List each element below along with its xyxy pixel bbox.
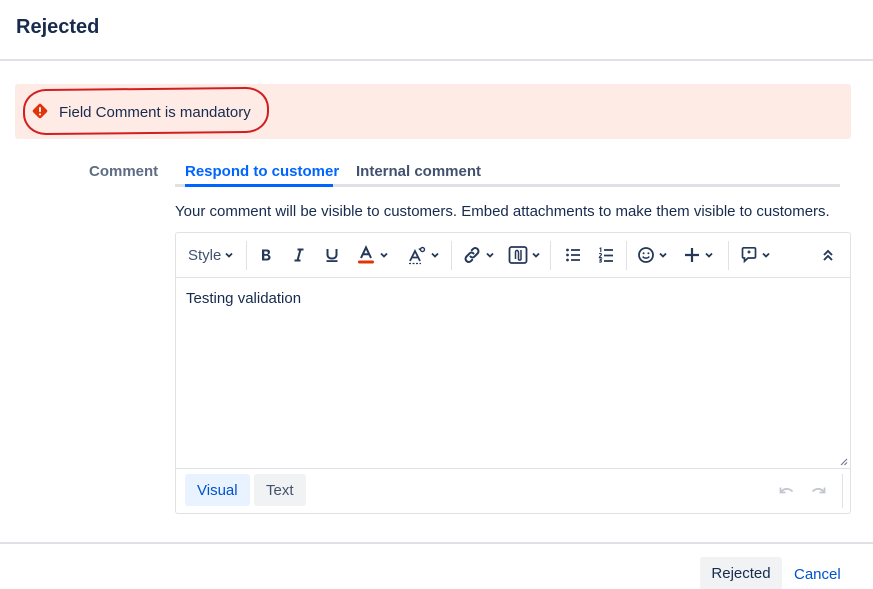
- rejected-submit-button[interactable]: Rejected: [700, 557, 782, 589]
- comment-field-label: Comment: [89, 163, 159, 180]
- style-label: Style: [188, 246, 222, 264]
- comment-tabs: Respond to customer Internal comment: [175, 155, 840, 187]
- error-diamond-icon: [32, 103, 48, 119]
- emoji-button[interactable]: [637, 243, 668, 267]
- error-banner: Field Comment is mandatory: [15, 84, 851, 139]
- bullet-list-button[interactable]: [564, 243, 582, 267]
- chevron-down-icon: [659, 252, 667, 258]
- chevron-down-icon: [380, 252, 388, 258]
- comment-text-area[interactable]: Testing validation: [176, 278, 850, 468]
- chevron-down-icon: [705, 252, 713, 258]
- tab-respond-to-customer[interactable]: Respond to customer: [185, 163, 339, 180]
- editor-toolbar: Style: [176, 233, 850, 278]
- chevron-down-icon: [225, 252, 233, 258]
- italic-button[interactable]: [291, 243, 307, 267]
- toolbar-divider: [626, 241, 627, 270]
- text-effects-icon: [409, 246, 426, 265]
- collapse-toolbar-button[interactable]: [821, 243, 835, 267]
- collapse-toolbar-icon: [823, 249, 833, 261]
- feedback-icon: [741, 246, 757, 264]
- numbered-list-button[interactable]: [597, 243, 615, 267]
- error-message: Field Comment is mandatory: [59, 104, 251, 121]
- link-button[interactable]: [462, 243, 495, 267]
- bold-button[interactable]: [258, 243, 274, 267]
- visual-mode-button[interactable]: Visual: [185, 474, 250, 506]
- chevron-down-icon: [762, 252, 770, 258]
- dialog-footer: Rejected Cancel: [0, 542, 873, 589]
- active-tab-indicator: [185, 184, 333, 187]
- cancel-button[interactable]: Cancel: [794, 566, 841, 583]
- toolbar-divider: [451, 241, 452, 270]
- undo-icon[interactable]: [778, 481, 796, 499]
- attachment-icon: [508, 246, 528, 264]
- bullet-list-icon: [566, 248, 580, 262]
- redo-icon[interactable]: [809, 481, 827, 499]
- italic-icon: [294, 248, 304, 262]
- text-color-button[interactable]: [356, 243, 389, 267]
- numbered-list-icon: [598, 247, 613, 263]
- dialog-title: Rejected: [16, 16, 100, 38]
- toolbar-divider: [728, 241, 729, 270]
- footer-divider: [842, 474, 843, 508]
- toolbar-divider: [246, 241, 247, 270]
- text-color-icon: [358, 245, 374, 264]
- text-mode-button[interactable]: Text: [254, 474, 306, 506]
- dialog-header: Rejected: [0, 0, 873, 61]
- insert-plus-icon: [685, 248, 699, 262]
- visibility-note: Your comment will be visible to customer…: [175, 203, 830, 220]
- bold-icon: [262, 249, 271, 261]
- chevron-down-icon: [486, 252, 494, 258]
- underline-icon: [326, 249, 338, 262]
- tab-internal-comment[interactable]: Internal comment: [356, 163, 481, 180]
- underline-button[interactable]: [324, 243, 340, 267]
- text-effects-button[interactable]: [407, 243, 440, 267]
- comment-editor: Style Testing validation Visual Text: [175, 232, 851, 514]
- style-dropdown[interactable]: Style: [188, 243, 234, 267]
- attachment-button[interactable]: [508, 243, 541, 267]
- editor-footer: Visual Text: [176, 468, 850, 513]
- chevron-down-icon: [431, 252, 439, 258]
- toolbar-divider: [550, 241, 551, 270]
- insert-button[interactable]: [683, 243, 714, 267]
- chevron-down-icon: [532, 252, 540, 258]
- emoji-icon: [638, 247, 654, 263]
- link-icon: [464, 247, 480, 263]
- feedback-button[interactable]: [740, 243, 771, 267]
- resize-handle-icon[interactable]: [838, 456, 848, 466]
